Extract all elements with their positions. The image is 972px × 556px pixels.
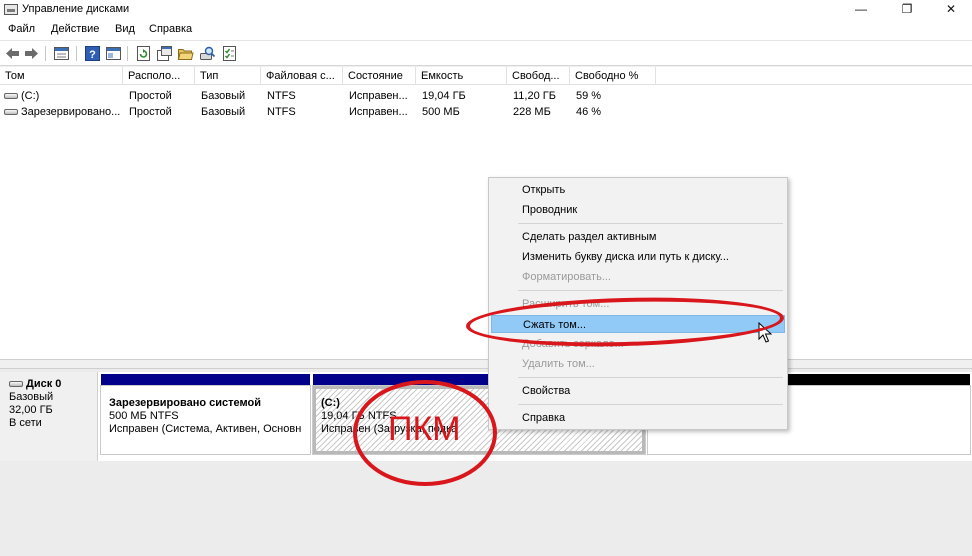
filesystem-cell: NTFS: [267, 90, 296, 102]
menu-item-format[interactable]: Форматировать...: [491, 268, 785, 286]
volume-cell: Зарезервировано...: [4, 104, 122, 120]
disk-graphical-view: Диск 0 Базовый 32,00 ГБ В сети Зарезерви…: [0, 369, 972, 556]
menu-file[interactable]: Файл: [8, 23, 35, 35]
menu-separator: [518, 404, 783, 405]
search-drive-icon[interactable]: [199, 45, 216, 62]
menu-item-explorer[interactable]: Проводник: [491, 201, 785, 219]
percent-free-cell: 46 %: [576, 106, 602, 118]
partition-status: Исправен (Система, Активен, Основн: [109, 423, 302, 435]
annotation-label: ПКМ: [388, 410, 461, 448]
table-row[interactable]: Зарезервировано... Простой Базовый NTFS …: [0, 104, 972, 120]
minimize-button[interactable]: —: [838, 0, 884, 20]
disk-icon: [9, 381, 23, 387]
toolbar-separator: [127, 46, 128, 61]
capacity-cell: 500 МБ: [422, 106, 460, 118]
properties-icon[interactable]: [156, 45, 173, 62]
menu-action[interactable]: Действие: [51, 23, 99, 35]
type-cell: Базовый: [201, 90, 246, 102]
percent-free-cell: 59 %: [576, 90, 602, 102]
filesystem-cell: NTFS: [267, 106, 296, 118]
column-percent-free[interactable]: Свободно %: [570, 67, 656, 85]
refresh-icon[interactable]: [135, 45, 152, 62]
column-status[interactable]: Состояние: [343, 67, 416, 85]
disk-status: В сети: [9, 417, 42, 429]
column-volume[interactable]: Том: [0, 67, 123, 85]
capacity-cell: 19,04 ГБ: [422, 90, 466, 102]
menu-view[interactable]: Вид: [115, 23, 135, 35]
type-cell: Базовый: [201, 106, 246, 118]
disk-0-label[interactable]: Диск 0 Базовый 32,00 ГБ В сети: [0, 372, 98, 461]
close-button[interactable]: ✕: [928, 0, 972, 20]
disk-name: Диск 0: [9, 378, 97, 391]
toolbar: ?: [0, 40, 972, 66]
forward-arrow-icon[interactable]: [23, 45, 40, 62]
column-free-space[interactable]: Свобод...: [507, 67, 570, 85]
column-type[interactable]: Тип: [195, 67, 261, 85]
menu-separator: [518, 290, 783, 291]
partition-bar: [101, 374, 310, 386]
disk-type: Базовый: [9, 391, 54, 403]
toolbar-separator: [76, 46, 77, 61]
window-title: Управление дисками: [22, 3, 130, 15]
free-space-cell: 228 МБ: [513, 106, 551, 118]
volume-cell: (C:): [4, 88, 122, 104]
view-panel-icon[interactable]: [105, 45, 122, 62]
menu-item-change-drive-letter[interactable]: Изменить букву диска или путь к диску...: [491, 248, 785, 266]
menu-item-delete-volume[interactable]: Удалить том...: [491, 355, 785, 373]
menu-separator: [518, 377, 783, 378]
svg-text:?: ?: [89, 49, 96, 61]
status-cell: Исправен...: [349, 90, 408, 102]
list-header: Том Располо... Тип Файловая с... Состоян…: [0, 67, 972, 85]
layout-cell: Простой: [129, 106, 172, 118]
pane-splitter[interactable]: [0, 359, 972, 369]
drive-icon: [4, 109, 18, 115]
help-icon[interactable]: ?: [84, 45, 101, 62]
open-folder-icon[interactable]: [177, 45, 194, 62]
menu-item-properties[interactable]: Свойства: [491, 382, 785, 400]
partition-system-reserved[interactable]: Зарезервировано системой 500 МБ NTFS Исп…: [100, 374, 311, 455]
title-bar: Управление дисками — ❐ ✕: [0, 0, 972, 20]
partition-size: 500 МБ NTFS: [109, 410, 179, 422]
menu-item-help[interactable]: Справка: [491, 409, 785, 427]
toolbar-separator: [45, 46, 46, 61]
disk-size: 32,00 ГБ: [9, 404, 53, 416]
checklist-icon[interactable]: [221, 45, 238, 62]
view-list-icon[interactable]: [53, 45, 70, 62]
menu-bar: Файл Действие Вид Справка: [0, 20, 972, 40]
free-space-cell: 11,20 ГБ: [513, 90, 556, 102]
disk-management-icon: [4, 4, 18, 15]
table-row[interactable]: (C:) Простой Базовый NTFS Исправен... 19…: [0, 88, 972, 104]
menu-item-open[interactable]: Открыть: [491, 181, 785, 199]
column-filesystem[interactable]: Файловая с...: [261, 67, 343, 85]
column-capacity[interactable]: Емкость: [416, 67, 507, 85]
status-cell: Исправен...: [349, 106, 408, 118]
back-arrow-icon[interactable]: [4, 45, 21, 62]
menu-help[interactable]: Справка: [149, 23, 192, 35]
menu-item-mark-active[interactable]: Сделать раздел активным: [491, 228, 785, 246]
menu-separator: [518, 223, 783, 224]
partition-title: Зарезервировано системой: [109, 397, 261, 409]
drive-icon: [4, 93, 18, 99]
column-layout[interactable]: Располо...: [123, 67, 195, 85]
layout-cell: Простой: [129, 90, 172, 102]
restore-button[interactable]: ❐: [884, 0, 930, 20]
